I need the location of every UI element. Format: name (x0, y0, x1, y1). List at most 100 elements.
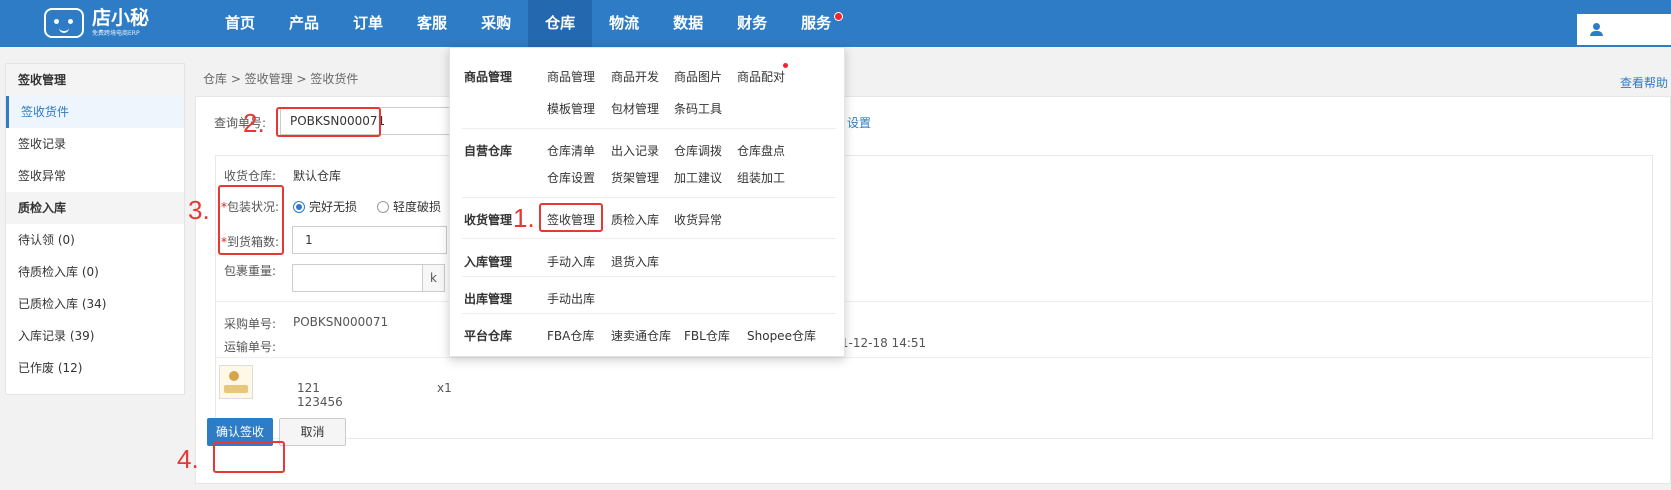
menu-divider (462, 276, 836, 277)
menu-goods-manage[interactable]: 商品管理 (547, 68, 595, 85)
new-badge-icon (783, 63, 788, 68)
main-nav: 首页 产品 订单 客服 采购 仓库 物流 数据 财务 服务 (208, 0, 848, 47)
user-menu[interactable] (1577, 14, 1671, 45)
sign-shipment-panel: 查询单号: POBKSN000071 设置 收货仓库: 默认仓库 *包装状况: … (195, 96, 1671, 484)
annotation-number-3: 3. (188, 195, 210, 225)
weight-label: 包裹重量: (224, 264, 277, 278)
robot-logo-icon (44, 8, 84, 38)
radio-checked-icon (293, 200, 305, 213)
menu-section-receiving: 收货管理 (464, 213, 513, 227)
sidebar-item-pending-qc[interactable]: 待质检入库 (0) (6, 256, 184, 288)
menu-packaging-manage[interactable]: 包材管理 (611, 100, 659, 117)
sidebar-item-inbound-records[interactable]: 入库记录 (39) (6, 320, 184, 352)
sidebar-group-qc-inbound: 质检入库 (6, 192, 184, 224)
menu-shopee-warehouse[interactable]: Shopee仓库 (747, 327, 816, 344)
menu-divider (462, 128, 836, 129)
menu-fbl-warehouse[interactable]: FBL仓库 (684, 327, 730, 344)
user-icon (1590, 23, 1604, 37)
notification-dot-icon (834, 12, 844, 21)
warehouse-dropdown-menu: 商品管理 商品管理 商品开发 商品图片 商品配对 模板管理 包材管理 条码工具 … (449, 47, 845, 357)
warehouse-value: 默认仓库 (293, 169, 342, 183)
radio-intact-label: 完好无损 (309, 200, 358, 214)
menu-section-platform-warehouse: 平台仓库 (464, 329, 513, 343)
sidebar-item-voided[interactable]: 已作废 (12) (6, 352, 184, 384)
nav-products[interactable]: 产品 (272, 0, 336, 47)
menu-goods-match[interactable]: 商品配对 (737, 68, 785, 85)
divider (216, 301, 1652, 302)
nav-purchasing[interactable]: 采购 (464, 0, 528, 47)
menu-section-own-warehouse: 自营仓库 (464, 144, 513, 158)
help-link[interactable]: 查看帮助 (1620, 74, 1668, 91)
po-value: POBKSN000071 (293, 315, 389, 329)
menu-goods-images[interactable]: 商品图片 (674, 68, 722, 85)
logo-name: 店小秘 (92, 7, 150, 29)
sidebar-item-sign-shipment[interactable]: 签收货件 (6, 96, 184, 128)
menu-divider (462, 313, 836, 314)
top-navbar: 店小秘 免费跨境电商ERP 首页 产品 订单 客服 采购 仓库 物流 数据 财务… (0, 0, 1671, 47)
radio-intact[interactable]: 完好无损 (293, 198, 357, 215)
nav-orders[interactable]: 订单 (336, 0, 400, 47)
logo-subtitle: 免费跨境电商ERP (92, 30, 140, 37)
nav-services[interactable]: 服务 (784, 0, 848, 47)
shipment-detail-box: 收货仓库: 默认仓库 *包装状况: 完好无损 轻度破损 *到货箱数: 1 包裹重… (215, 155, 1653, 439)
nav-logistics[interactable]: 物流 (592, 0, 656, 47)
product-thumbnail (219, 365, 253, 399)
radio-slight-damage[interactable]: 轻度破损 (377, 198, 441, 215)
menu-warehouse-stocktake[interactable]: 仓库盘点 (737, 142, 785, 159)
radio-unchecked-icon (377, 200, 389, 213)
breadcrumb: 仓库 > 签收管理 > 签收货件 (203, 72, 359, 86)
menu-return-inbound[interactable]: 退货入库 (611, 253, 659, 270)
menu-goods-dev[interactable]: 商品开发 (611, 68, 659, 85)
settings-link[interactable]: 设置 (847, 114, 871, 131)
nav-warehouse[interactable]: 仓库 (528, 0, 593, 47)
menu-barcode-tool[interactable]: 条码工具 (674, 100, 722, 117)
annotation-box-package (218, 185, 284, 255)
weight-unit: k (423, 264, 445, 292)
menu-assembly[interactable]: 组装加工 (737, 169, 785, 186)
annotation-box-sign-manage (539, 203, 603, 232)
logo[interactable]: 店小秘 免费跨境电商ERP (44, 5, 149, 41)
sidebar: 签收管理 签收货件 签收记录 签收异常 质检入库 待认领 (0) 待质检入库 (… (5, 63, 185, 395)
menu-manual-inbound[interactable]: 手动入库 (547, 253, 595, 270)
menu-qc-inbound[interactable]: 质检入库 (611, 211, 659, 228)
menu-in-out-records[interactable]: 出入记录 (611, 142, 659, 159)
radio-slight-damage-label: 轻度破损 (393, 200, 442, 214)
po-label: 采购单号: (224, 317, 277, 331)
sidebar-item-sign-records[interactable]: 签收记录 (6, 128, 184, 160)
menu-shelf-manage[interactable]: 货架管理 (611, 169, 659, 186)
annotation-box-confirm (213, 441, 285, 473)
menu-section-goods: 商品管理 (464, 70, 513, 84)
cancel-button[interactable]: 取消 (279, 418, 346, 446)
nav-customer-service[interactable]: 客服 (400, 0, 464, 47)
menu-divider (462, 238, 836, 239)
annotation-box-query (276, 107, 381, 137)
nav-home[interactable]: 首页 (208, 0, 272, 47)
menu-template-manage[interactable]: 模板管理 (547, 100, 595, 117)
nav-data[interactable]: 数据 (656, 0, 720, 47)
product-sku: 123456 (297, 395, 343, 409)
menu-manual-outbound[interactable]: 手动出库 (547, 290, 595, 307)
menu-receiving-exceptions[interactable]: 收货异常 (674, 211, 722, 228)
box-count-input[interactable]: 1 (292, 226, 447, 254)
menu-warehouse-settings[interactable]: 仓库设置 (547, 169, 595, 186)
menu-warehouse-list[interactable]: 仓库清单 (547, 142, 595, 159)
product-name: 121 (297, 381, 320, 395)
weight-input[interactable] (292, 264, 423, 292)
menu-warehouse-transfer[interactable]: 仓库调拨 (674, 142, 722, 159)
divider (216, 357, 1652, 358)
sidebar-item-sign-exceptions[interactable]: 签收异常 (6, 160, 184, 192)
sidebar-item-unclaimed[interactable]: 待认领 (0) (6, 224, 184, 256)
menu-section-outbound: 出库管理 (464, 292, 513, 306)
product-quantity: x1 (437, 381, 452, 395)
nav-finance[interactable]: 财务 (720, 0, 784, 47)
annotation-number-2: 2. (243, 108, 265, 138)
menu-section-inbound: 入库管理 (464, 255, 513, 269)
menu-divider (462, 197, 836, 198)
warehouse-label: 收货仓库: (224, 169, 277, 183)
menu-aliexpress-warehouse[interactable]: 速卖通仓库 (611, 327, 671, 344)
shipping-label: 运输单号: (224, 340, 277, 354)
sidebar-item-qc-done[interactable]: 已质检入库 (34) (6, 288, 184, 320)
annotation-number-4: 4. (177, 444, 199, 474)
menu-processing-suggest[interactable]: 加工建议 (674, 169, 722, 186)
menu-fba-warehouse[interactable]: FBA仓库 (547, 327, 594, 344)
